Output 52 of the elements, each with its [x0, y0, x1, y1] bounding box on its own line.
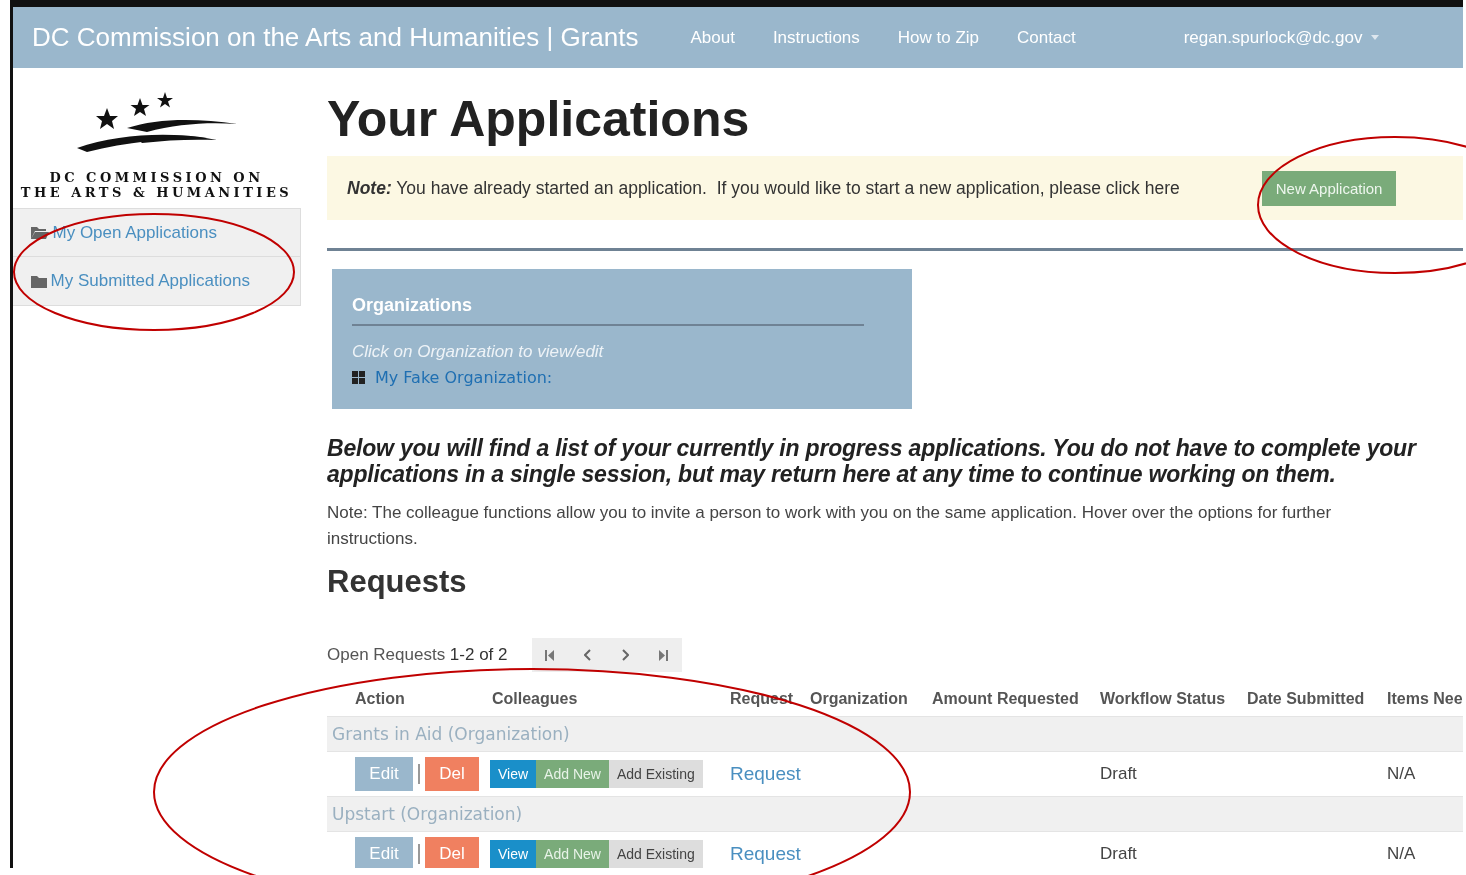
add-new-button[interactable]: Add New	[536, 840, 609, 868]
chevron-left-icon	[584, 649, 591, 661]
table-cell-text: N/A	[1387, 764, 1417, 784]
group-name: Upstart (Organization)	[332, 804, 523, 824]
colleague-note: Note: The colleague functions allow you to invite a person to work with you on the same application. Hover over the options for further instructions.	[327, 502, 1333, 550]
request-link[interactable]: Request	[730, 843, 801, 865]
new-application-button[interactable]: New Application	[1261, 170, 1397, 206]
user-menu[interactable]: regan.spurlock@dc.gov	[1183, 27, 1379, 48]
column-header: Workflow Status	[1100, 690, 1227, 708]
table-cell-text: Draft	[1100, 764, 1138, 784]
view-button[interactable]: View	[490, 840, 537, 868]
group-name: Grants in Aid (Organization)	[332, 724, 570, 744]
logo-text: THE ARTS & HUMANITIES	[20, 185, 293, 200]
nav-link[interactable]: How to Zip	[897, 27, 980, 48]
last-page-icon	[659, 649, 668, 661]
chevron-right-icon	[622, 649, 629, 661]
panel-hint: Click on Organization to view/edit	[352, 342, 605, 362]
first-page-icon	[545, 649, 554, 661]
view-button[interactable]: View	[490, 760, 537, 788]
folder-icon	[30, 226, 49, 239]
sidebar-item[interactable]: My Submitted Applications	[13, 257, 300, 305]
add-new-button[interactable]: Add New	[536, 760, 609, 788]
page-title: Your Applications	[327, 90, 751, 148]
request-link[interactable]: Request	[730, 763, 801, 785]
folder-icon	[30, 274, 47, 288]
nav-link[interactable]: Contact	[1017, 27, 1076, 48]
pager-label: Open Requests 1-2 of 2	[327, 645, 508, 665]
add-existing-button[interactable]: Add Existing	[608, 760, 703, 788]
notice-text: Note: You have already started an application. If you would like to start a new application, please click here	[347, 177, 1180, 199]
organization-link[interactable]: My Fake Organization:	[375, 368, 553, 387]
section-title: Requests	[327, 564, 468, 600]
delete-button[interactable]: Del	[425, 757, 479, 791]
column-header: Amount Requested	[932, 690, 1080, 708]
site-title[interactable]: DC Commission on the Arts and Humanities | Grants	[32, 22, 639, 53]
column-header: Colleagues	[492, 690, 579, 708]
nav-link[interactable]: Instructions	[772, 27, 860, 48]
add-existing-button[interactable]: Add Existing	[608, 840, 703, 868]
logo-text: DC COMMISSION ON	[49, 170, 264, 185]
edit-button[interactable]: Edit	[355, 837, 413, 868]
delete-button[interactable]: Del	[425, 837, 479, 868]
column-header: Items Nee	[1387, 690, 1463, 708]
column-header: Organization	[810, 690, 909, 708]
intro-paragraph: Below you will find a list of your currently in progress applications. You do not have to complete your applications in a single session, but may return here at any time to continue working on them.	[327, 435, 1418, 487]
caret-icon	[1370, 35, 1379, 40]
edit-button[interactable]: Edit	[355, 757, 413, 791]
column-header: Action	[355, 690, 406, 708]
grid-icon	[352, 371, 365, 384]
panel-title: Organizations	[352, 295, 473, 316]
table-cell-text: N/A	[1387, 844, 1417, 864]
column-header: Date Submitted	[1247, 690, 1366, 708]
table-cell-text: Draft	[1100, 844, 1138, 864]
nav-link[interactable]: About	[690, 27, 735, 48]
